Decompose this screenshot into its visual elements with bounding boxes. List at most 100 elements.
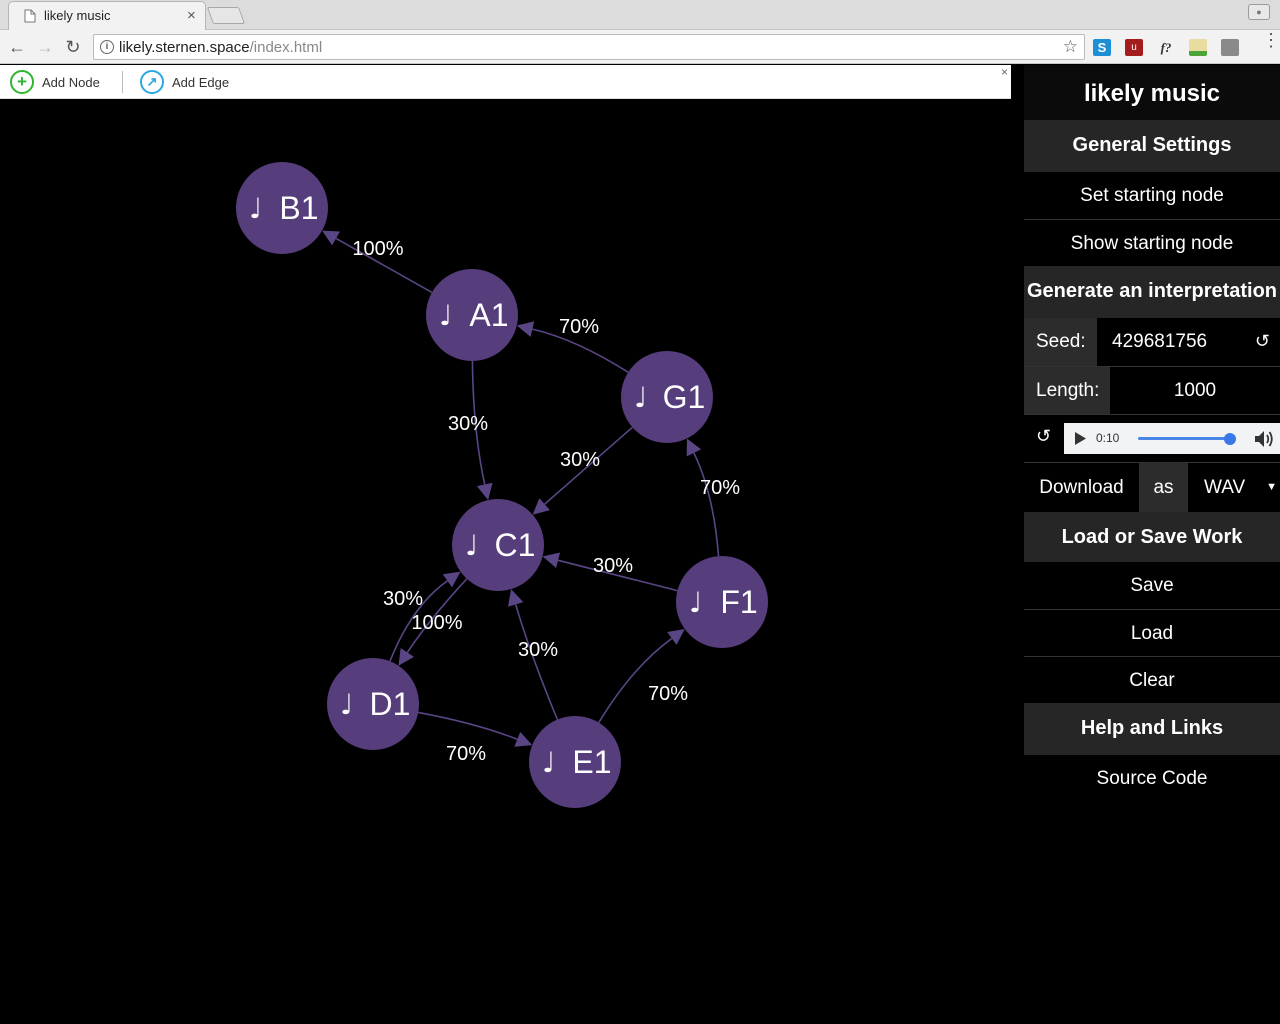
edge-label: 30% (560, 449, 600, 471)
seek-bar[interactable] (1138, 432, 1236, 445)
play-icon[interactable] (1075, 432, 1086, 445)
length-input[interactable]: 1000 (1110, 367, 1280, 414)
reload-icon[interactable]: ↻ (62, 36, 84, 58)
seek-bar-fill (1138, 437, 1230, 440)
edge-e1-c1[interactable]: 30% (507, 589, 559, 720)
section-generate: Generate an interpretation (1024, 266, 1280, 318)
clear-button[interactable]: Clear (1024, 656, 1280, 703)
edge-line[interactable] (418, 711, 518, 741)
section-help: Help and Links (1024, 703, 1280, 755)
download-row: Download as WAV ▼ (1024, 462, 1280, 512)
note-icon: ♩ (439, 299, 452, 332)
browser-tab[interactable]: likely music × (8, 1, 206, 30)
graph-canvas[interactable]: 100%70%30%30%70%30%30%100%30%70%70%♩ B1♩ A… (0, 99, 1011, 1024)
seed-input[interactable]: 429681756 ↺ (1097, 318, 1280, 366)
add-icon: + (10, 70, 34, 94)
url-path: /index.html (249, 39, 323, 56)
extension-grey-icon[interactable] (1221, 39, 1239, 56)
url-host: likely.sternen.space (119, 39, 250, 56)
tab-title: likely music (44, 8, 111, 23)
browser-tabbar: likely music × ● (0, 0, 1280, 30)
node-c1[interactable]: ♩ C1 (452, 499, 544, 591)
bookmark-star-icon[interactable]: ☆ (1063, 37, 1078, 57)
edge-arrowhead (667, 629, 685, 645)
node-b1[interactable]: ♩ B1 (236, 162, 328, 254)
note-icon: ♩ (465, 529, 478, 562)
edge-line[interactable] (693, 452, 720, 557)
extension-s-icon[interactable]: S (1093, 39, 1111, 56)
node-e1[interactable]: ♩ E1 (529, 716, 621, 808)
font-finder-icon[interactable]: f? (1157, 39, 1175, 56)
edge-arrowhead (532, 498, 550, 515)
node-g1[interactable]: ♩ G1 (621, 351, 713, 443)
edge-arrowhead (442, 571, 461, 588)
load-button[interactable]: Load (1024, 609, 1280, 656)
close-toolbar-icon[interactable]: × (1001, 65, 1008, 79)
edge-line[interactable] (598, 637, 673, 724)
app-title: likely music (1024, 65, 1280, 120)
edge-label: 30% (383, 588, 423, 610)
audio-row: ↺ 0:10 (1024, 414, 1280, 462)
extension-landscape-icon[interactable] (1189, 39, 1207, 56)
edge-arrowhead (476, 482, 493, 501)
node-label: E1 (572, 744, 611, 780)
audio-player[interactable]: 0:10 (1064, 423, 1280, 454)
edge-f1-c1[interactable]: 30% (542, 552, 678, 592)
seed-value: 429681756 (1112, 331, 1208, 352)
as-label: as (1139, 463, 1188, 512)
edge-arrowhead (507, 589, 524, 607)
back-arrow-icon[interactable]: ← (6, 36, 28, 58)
ublock-icon[interactable]: u (1125, 39, 1143, 56)
node-a1[interactable]: ♩ A1 (426, 269, 518, 361)
edge-g1-a1[interactable]: 70% (516, 316, 629, 373)
edge-line[interactable] (514, 604, 559, 720)
node-d1[interactable]: ♩ D1 (327, 658, 419, 750)
seek-knob[interactable] (1224, 432, 1236, 445)
length-row: Length: 1000 (1024, 366, 1280, 414)
reseed-icon[interactable]: ↺ (1255, 318, 1270, 365)
regenerate-icon[interactable]: ↺ (1036, 426, 1051, 447)
volume-icon[interactable] (1254, 430, 1274, 448)
info-icon[interactable]: i (100, 40, 114, 54)
browser-menu-icon[interactable]: ⋮ (1262, 31, 1280, 49)
connect-icon: ↗ (140, 70, 164, 94)
edge-a1-b1[interactable]: 100% (322, 230, 433, 294)
add-edge-label: Add Edge (172, 74, 230, 90)
length-label: Length: (1024, 367, 1110, 414)
note-icon: ♩ (689, 586, 702, 619)
edge-a1-c1[interactable]: 30% (448, 360, 493, 501)
show-starting-node-button[interactable]: Show starting node (1024, 219, 1280, 266)
node-f1[interactable]: ♩ F1 (676, 556, 768, 648)
forward-arrow-icon[interactable]: → (34, 36, 56, 58)
browser-toolbar: ← → ↻ i likely.sternen.space/index.html … (0, 30, 1280, 64)
url-text: likely.sternen.space/index.html (119, 39, 322, 56)
add-edge-button[interactable]: ↗ Add Edge (140, 70, 229, 94)
set-starting-node-button[interactable]: Set starting node (1024, 172, 1280, 219)
format-select[interactable]: WAV ▼ (1188, 463, 1280, 512)
node-label: F1 (720, 584, 757, 620)
edge-label: 70% (648, 683, 688, 705)
sidebar: likely music General Settings Set starti… (1024, 65, 1280, 802)
edge-arrowhead (542, 552, 561, 569)
edge-label: 100% (352, 238, 403, 260)
download-button[interactable]: Download (1024, 463, 1139, 512)
edge-g1-c1[interactable]: 30% (532, 426, 633, 515)
profile-icon[interactable]: ● (1248, 4, 1270, 20)
save-button[interactable]: Save (1024, 562, 1280, 609)
add-node-label: Add Node (42, 74, 100, 90)
address-bar[interactable]: i likely.sternen.space/index.html ☆ (93, 34, 1085, 60)
note-icon: ♩ (340, 688, 353, 721)
seed-row: Seed: 429681756 ↺ (1024, 318, 1280, 366)
edge-f1-g1[interactable]: 70% (686, 438, 741, 557)
tab-close-icon[interactable]: × (187, 7, 196, 24)
edge-arrowhead (322, 230, 340, 246)
edge-d1-e1[interactable]: 70% (418, 711, 533, 765)
edge-e1-f1[interactable]: 70% (598, 629, 688, 724)
new-tab-button[interactable] (206, 7, 246, 24)
add-node-button[interactable]: + Add Node (10, 70, 100, 94)
note-icon: ♩ (542, 746, 555, 779)
source-code-link[interactable]: Source Code (1024, 755, 1280, 802)
section-general-settings: General Settings (1024, 120, 1280, 172)
edge-arrowhead (516, 321, 535, 337)
edge-label: 70% (446, 743, 486, 765)
